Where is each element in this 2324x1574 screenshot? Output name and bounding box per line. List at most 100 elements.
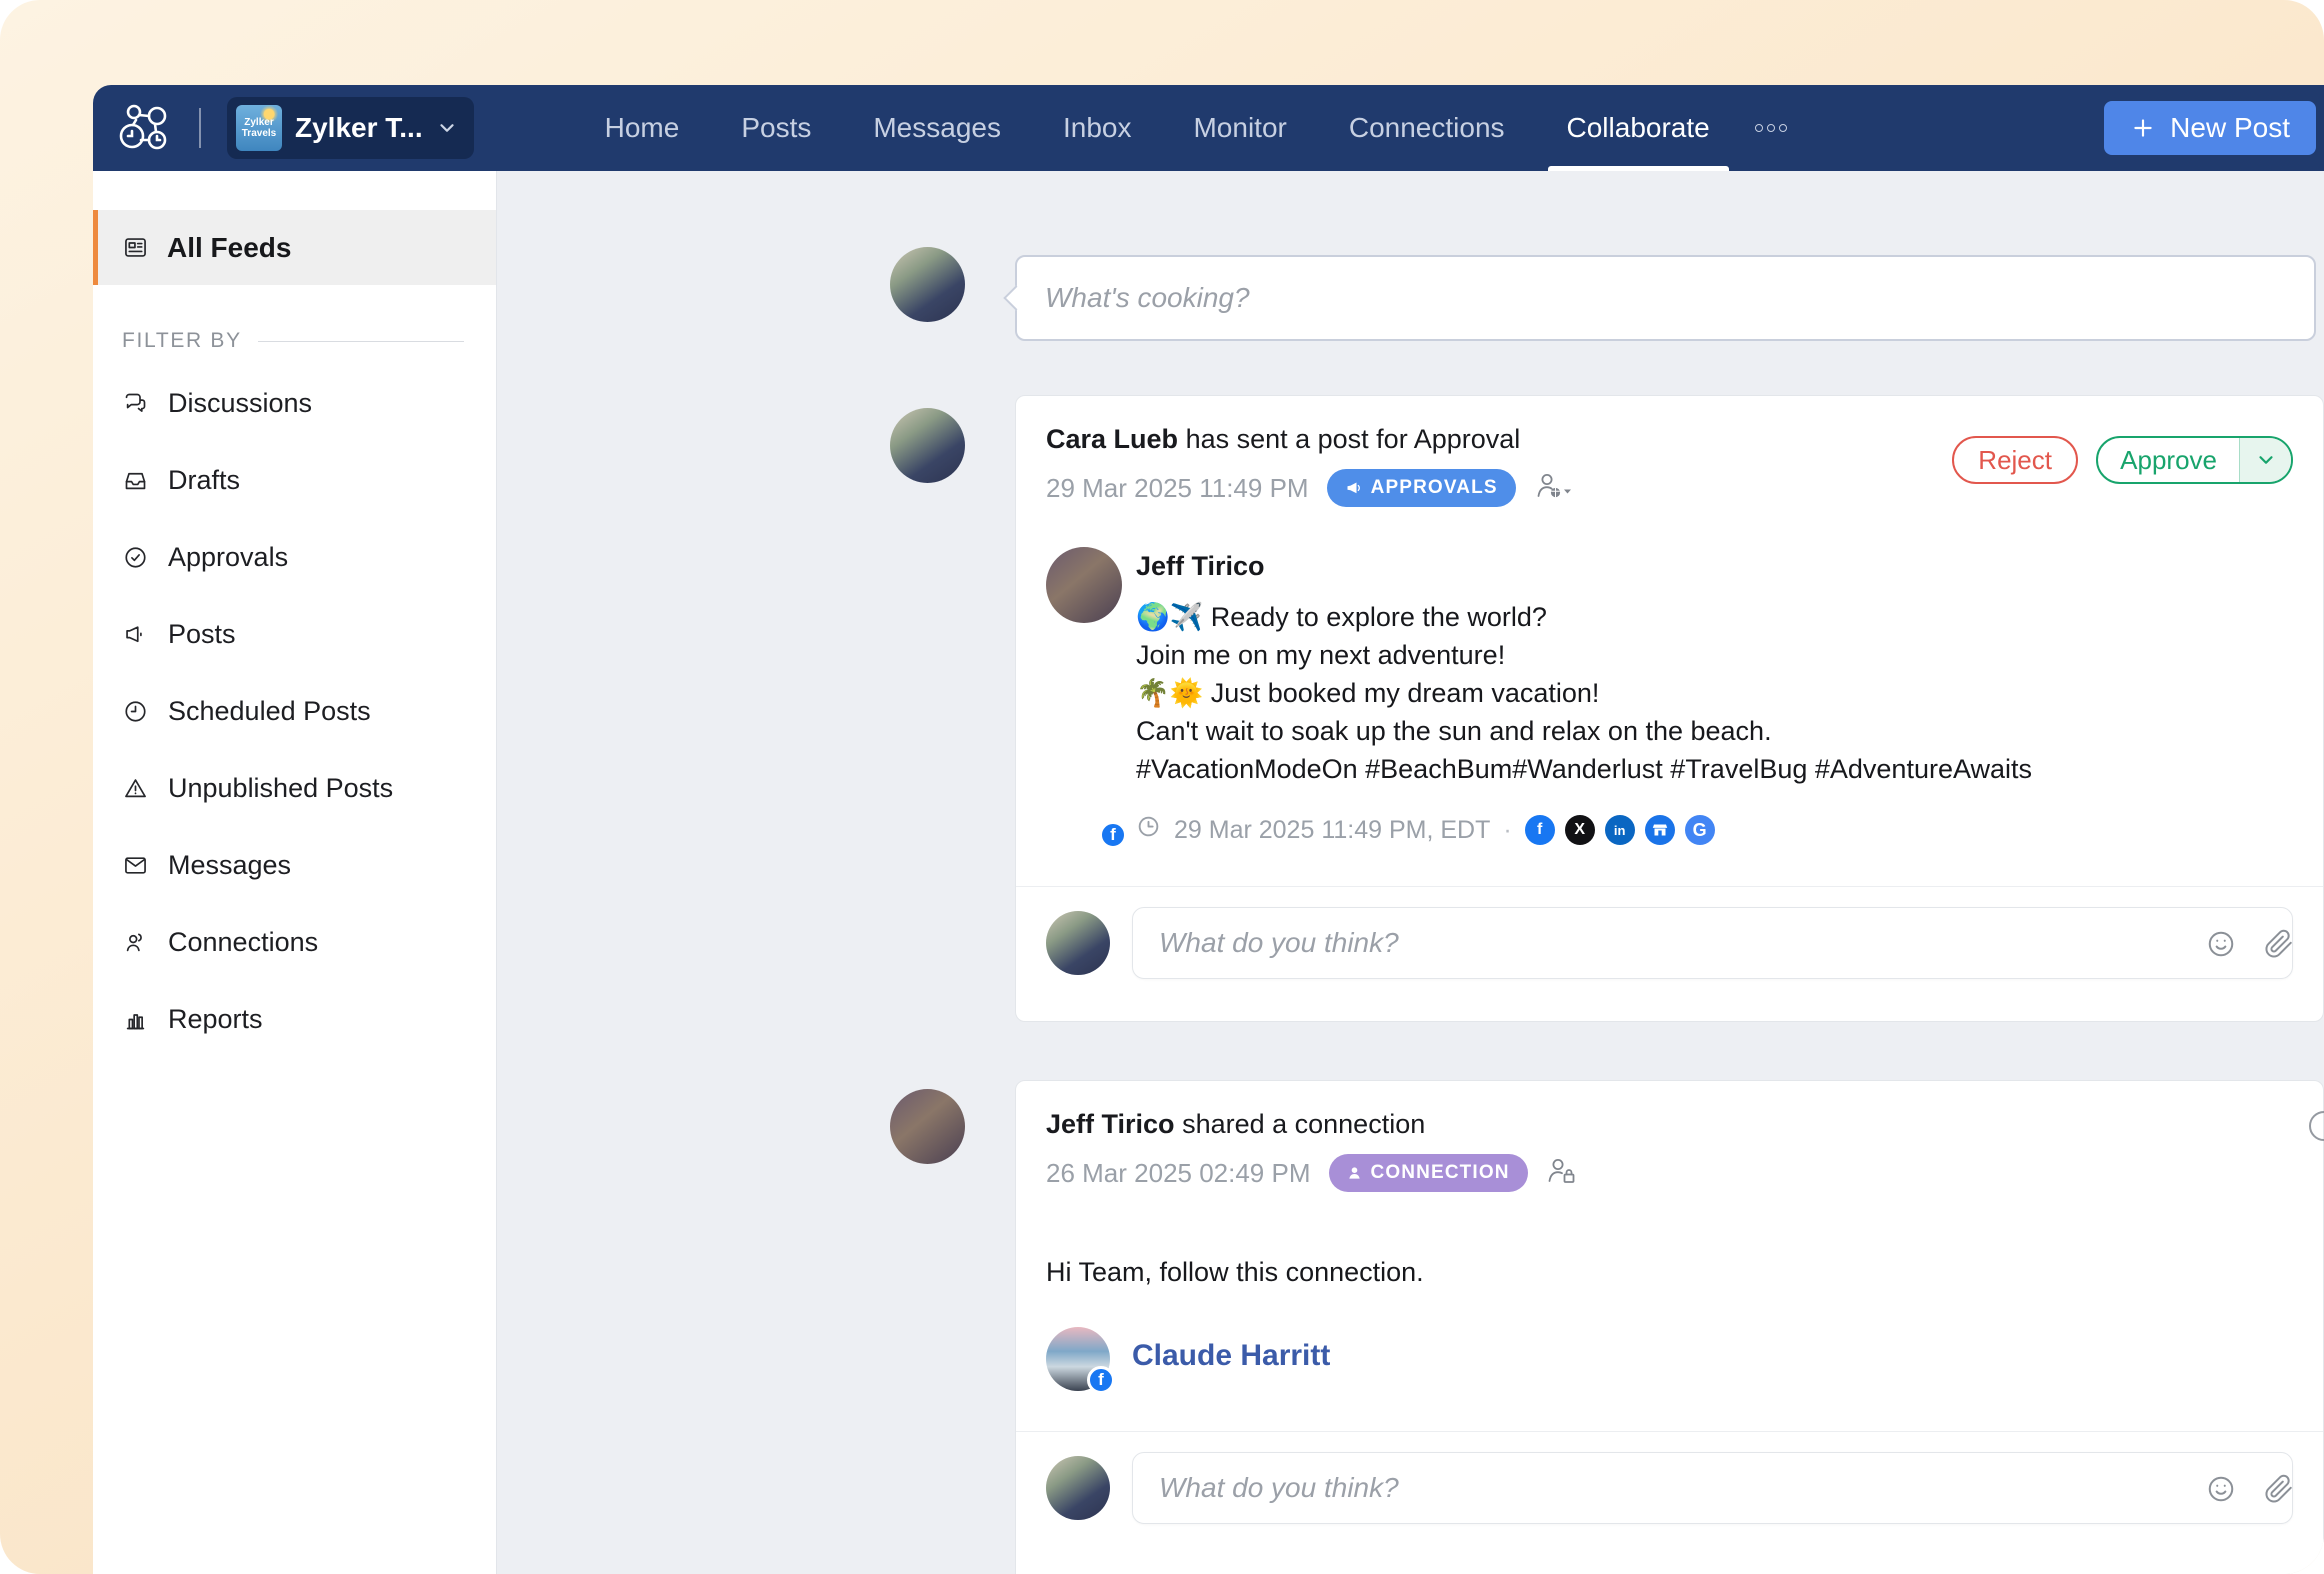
feed-item-connection: Jeff Tirico shared a connection 26 Mar 2…	[890, 1080, 2324, 1574]
avatar[interactable]	[1046, 911, 1110, 975]
avatar[interactable]	[1046, 1456, 1110, 1520]
avatar[interactable]	[890, 247, 965, 322]
dot-separator: ·	[1503, 816, 1511, 845]
discussions-icon	[122, 390, 149, 417]
new-post-label: New Post	[2170, 112, 2290, 144]
avatar[interactable]	[1046, 547, 1122, 623]
app-window: Zylker Travels Zylker T... Home Posts Me…	[93, 85, 2324, 1574]
clock-icon	[1136, 814, 1161, 846]
all-feeds-icon	[122, 234, 149, 261]
top-navigation: Zylker Travels Zylker T... Home Posts Me…	[93, 85, 2324, 171]
inner-social-post: f Jeff Tirico 🌍✈️ Ready to explore the w…	[1016, 547, 2323, 846]
posts-icon	[122, 621, 149, 648]
nav-item-home[interactable]: Home	[574, 85, 711, 171]
sidebar-item-connections[interactable]: Connections	[93, 904, 496, 981]
author-name[interactable]: Cara Lueb	[1046, 424, 1178, 454]
zoho-social-logo-icon[interactable]	[119, 102, 179, 154]
private-visibility-icon[interactable]	[1546, 1156, 1578, 1191]
divider	[258, 341, 464, 342]
inner-post-timestamp: 29 Mar 2025 11:49 PM, EDT	[1174, 816, 1490, 845]
sidebar-item-scheduled-posts[interactable]: Scheduled Posts	[93, 673, 496, 750]
nav-item-connections[interactable]: Connections	[1318, 85, 1536, 171]
comment-box	[1132, 907, 2293, 979]
primary-nav: Home Posts Messages Inbox Monitor Connec…	[574, 85, 1797, 171]
filter-list: Discussions Drafts Approvals Posts Sched…	[93, 365, 496, 1058]
sidebar-item-messages[interactable]: Messages	[93, 827, 496, 904]
network-icons: f X in G	[1525, 815, 1715, 845]
linkedin-icon[interactable]: in	[1605, 815, 1635, 845]
connections-icon	[122, 929, 149, 956]
comment-input[interactable]	[1159, 927, 2162, 959]
nav-item-inbox[interactable]: Inbox	[1032, 85, 1163, 171]
sidebar-item-approvals[interactable]: Approvals	[93, 519, 496, 596]
comment-box	[1132, 1452, 2293, 1524]
sidebar-item-discussions[interactable]: Discussions	[93, 365, 496, 442]
brand-selector[interactable]: Zylker Travels Zylker T...	[227, 97, 474, 159]
google-icon[interactable]: G	[1685, 815, 1715, 845]
reject-button[interactable]: Reject	[1952, 436, 2078, 484]
attachment-icon[interactable]	[2264, 1474, 2294, 1504]
new-post-button[interactable]: New Post	[2104, 101, 2316, 155]
connection-profile-link[interactable]: Claude Harritt	[1132, 1339, 1330, 1373]
nav-item-messages[interactable]: Messages	[842, 85, 1032, 171]
approve-button[interactable]: Approve	[2096, 436, 2293, 484]
sidebar-item-reports[interactable]: Reports	[93, 981, 496, 1058]
filter-label: Approvals	[168, 542, 288, 573]
post-title: Cara Lueb has sent a post for Approval	[1046, 424, 1952, 455]
badge-label: CONNECTION	[1371, 1162, 1510, 1184]
badge-label: APPROVALS	[1371, 477, 1498, 499]
avatar[interactable]	[890, 1089, 965, 1164]
chevron-down-icon	[436, 117, 458, 139]
approvals-badge: APPROVALS	[1327, 469, 1516, 507]
filter-label: Discussions	[168, 388, 312, 419]
scheduled-posts-icon	[122, 698, 149, 725]
messages-icon	[122, 852, 149, 879]
filter-label: Scheduled Posts	[168, 696, 371, 727]
filter-by-label: FILTER BY	[122, 329, 242, 353]
brand-name: Zylker T...	[295, 112, 423, 144]
assignee-visibility-icon[interactable]	[1534, 471, 1574, 506]
post-action: has sent a post for Approval	[1186, 424, 1521, 454]
comment-input[interactable]	[1159, 1472, 2162, 1504]
filter-label: Connections	[168, 927, 318, 958]
composer-input[interactable]	[1045, 282, 2286, 314]
post-title: Jeff Tirico shared a connection	[1046, 1109, 2293, 1140]
approvals-icon	[122, 544, 149, 571]
nav-item-posts[interactable]: Posts	[710, 85, 842, 171]
brand-logo: Zylker Travels	[236, 105, 282, 151]
approve-label: Approve	[2098, 438, 2239, 482]
divider	[199, 108, 201, 148]
composer	[1015, 255, 2316, 341]
inner-post-author[interactable]: Jeff Tirico	[1136, 551, 2032, 582]
google-business-icon[interactable]	[1645, 815, 1675, 845]
attachment-icon[interactable]	[2264, 929, 2294, 959]
sidebar: All Feeds FILTER BY Discussions Drafts A…	[93, 171, 497, 1574]
nav-item-collaborate[interactable]: Collaborate	[1536, 85, 1741, 171]
author-name[interactable]: Jeff Tirico	[1046, 1109, 1175, 1139]
avatar[interactable]	[890, 408, 965, 483]
sidebar-item-posts[interactable]: Posts	[93, 596, 496, 673]
nav-item-monitor[interactable]: Monitor	[1162, 85, 1317, 171]
person-icon	[1347, 1165, 1362, 1181]
comment-row	[1016, 887, 2323, 999]
facebook-icon[interactable]: f	[1525, 815, 1555, 845]
approve-options-toggle[interactable]	[2239, 438, 2291, 482]
post-timestamp: 29 Mar 2025 11:49 PM	[1046, 473, 1309, 504]
facebook-badge-icon: f	[1099, 821, 1127, 849]
post-action: shared a connection	[1182, 1109, 1425, 1139]
unpublished-posts-icon	[122, 775, 149, 802]
filter-by-heading: FILTER BY	[93, 329, 496, 353]
plus-icon	[2130, 115, 2156, 141]
sidebar-item-drafts[interactable]: Drafts	[93, 442, 496, 519]
x-icon[interactable]: X	[1565, 815, 1595, 845]
filter-label: Messages	[168, 850, 291, 881]
emoji-icon[interactable]	[2206, 929, 2236, 959]
emoji-icon[interactable]	[2206, 1474, 2236, 1504]
filter-label: Reports	[168, 1004, 263, 1035]
more-menu-icon[interactable]	[1745, 85, 1797, 171]
sidebar-item-all-feeds[interactable]: All Feeds	[93, 210, 496, 285]
facebook-badge-icon: f	[1087, 1366, 1115, 1394]
filter-label: Posts	[168, 619, 236, 650]
approval-post-card: Cara Lueb has sent a post for Approval 2…	[1015, 395, 2324, 1022]
sidebar-item-unpublished-posts[interactable]: Unpublished Posts	[93, 750, 496, 827]
